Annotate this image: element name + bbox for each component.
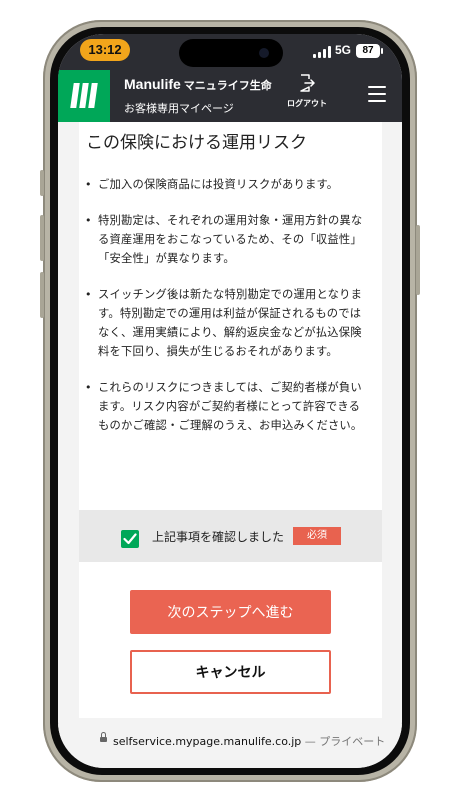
logout-label: ログアウト: [287, 99, 327, 108]
volume-down-button: [40, 272, 44, 318]
battery-icon: 87: [356, 44, 383, 58]
hamburger-menu-icon[interactable]: [368, 86, 386, 102]
network-label: 5G: [335, 43, 352, 57]
risk-bullet-item: ご加入の保険商品には投資リスクがあります。: [81, 175, 371, 194]
confirm-checkbox[interactable]: [121, 530, 139, 548]
power-button: [416, 225, 420, 295]
checkmark-icon: [123, 533, 137, 545]
confirm-label[interactable]: 上記事項を確認しました: [152, 528, 284, 545]
url-text: selfservice.mypage.manulife.co.jp — プライベ…: [113, 733, 385, 749]
risk-bullet-item: これらのリスクにつきましては、ご契約者様が負います。リスク内容がご契約者様にとっ…: [81, 378, 371, 435]
private-mode-label: — プライベート: [301, 735, 386, 748]
manulife-logo[interactable]: [58, 70, 110, 122]
camera-icon: [259, 48, 269, 58]
risk-bullet-list: ご加入の保険商品には投資リスクがあります。 特別勘定は、それぞれの運用対象・運用…: [81, 175, 371, 452]
risk-bullet-item: 特別勘定は、それぞれの運用対象・運用方針の異なる資産運用をおこなっているため、そ…: [81, 211, 371, 268]
brand-name: Manulife マニュライフ生命: [124, 76, 272, 93]
phone-screen: 13:12 5G 87 Manulife マニュライフ生命 お客様専用マイページ …: [58, 34, 402, 768]
logout-button[interactable]: ログアウト: [285, 74, 329, 109]
silent-switch: [40, 170, 44, 196]
browser-url-bar[interactable]: selfservice.mypage.manulife.co.jp — プライベ…: [58, 724, 402, 768]
header-subtitle: お客様専用マイページ: [124, 102, 234, 115]
signal-icon: [313, 46, 331, 58]
app-header: Manulife マニュライフ生命 お客様専用マイページ ログアウト: [58, 70, 402, 122]
logout-icon: [300, 74, 315, 92]
section-title: この保険における運用リスク: [86, 133, 307, 153]
dynamic-island: [179, 39, 283, 67]
next-step-button[interactable]: 次のステップへ進む: [130, 590, 331, 634]
required-badge: 必須: [293, 527, 341, 545]
lock-icon: [100, 732, 107, 742]
cancel-button[interactable]: キャンセル: [130, 650, 331, 694]
confirm-row: 上記事項を確認しました 必須: [79, 510, 382, 562]
url-domain: selfservice.mypage.manulife.co.jp: [113, 735, 302, 748]
status-bar: 13:12 5G 87: [58, 34, 402, 70]
risk-bullet-item: スイッチング後は新たな特別勘定での運用となります。特別勘定での運用は利益が保証さ…: [81, 285, 371, 361]
volume-up-button: [40, 215, 44, 261]
main-content: この保険における運用リスク ご加入の保険商品には投資リスクがあります。 特別勘定…: [79, 122, 382, 718]
brand-name-jp: マニュライフ生命: [183, 79, 272, 92]
status-time: 13:12: [80, 39, 130, 61]
brand-name-en: Manulife: [124, 76, 181, 92]
